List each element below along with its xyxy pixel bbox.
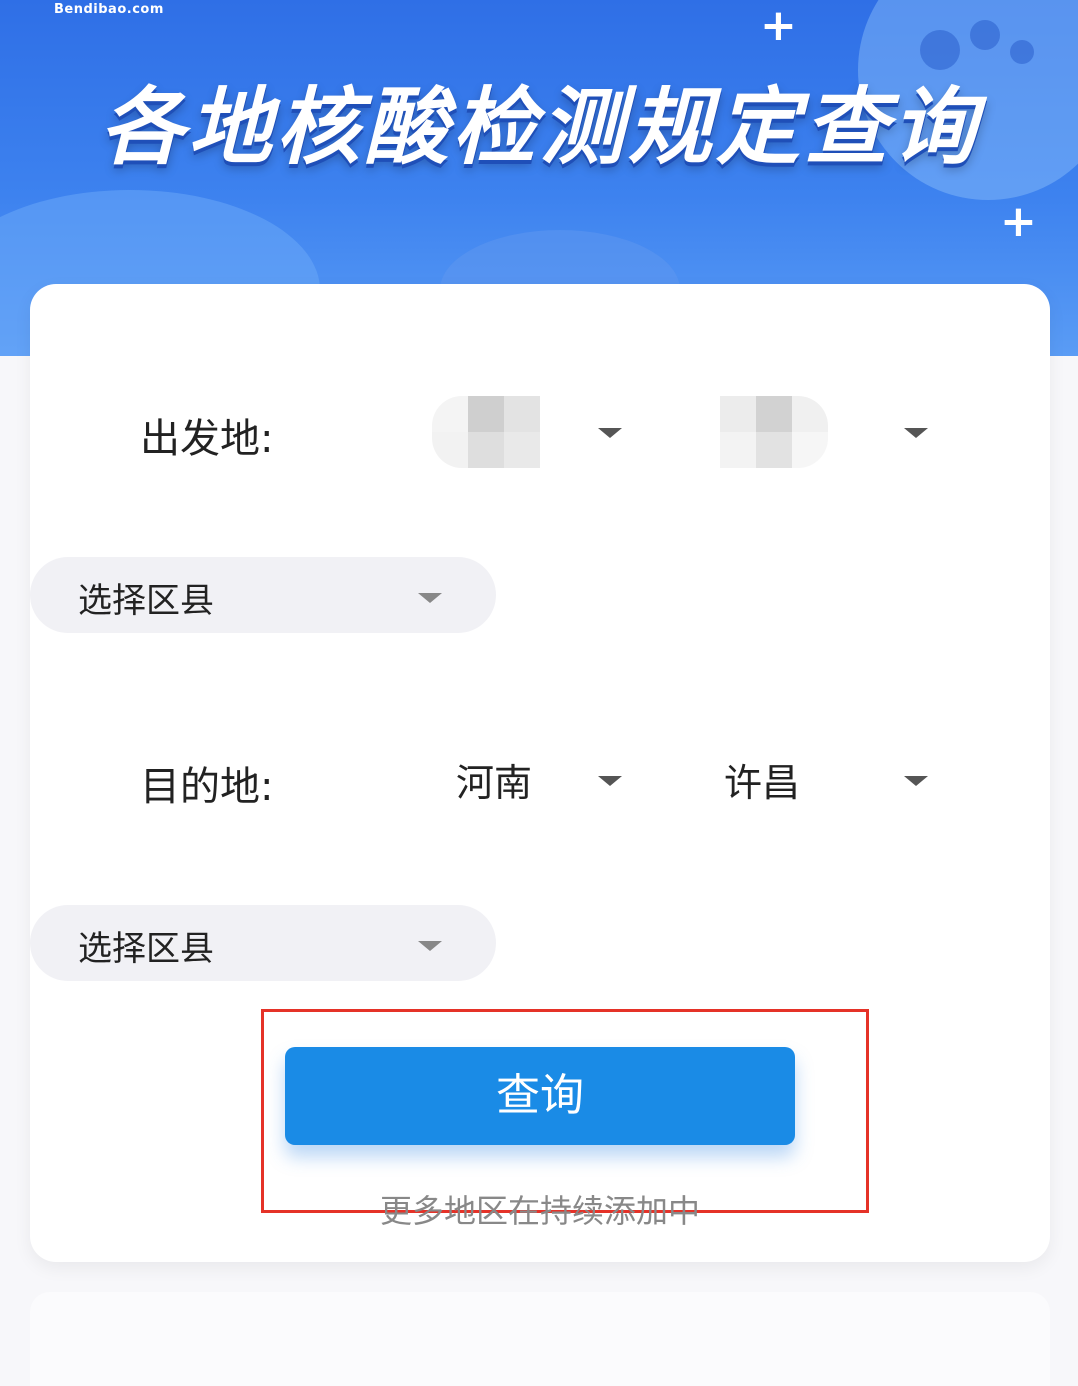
plus-icon: + [760,0,797,51]
destination-district-select[interactable]: 选择区县 [30,905,496,981]
chevron-down-icon [418,593,442,603]
bottom-section [30,1292,1050,1386]
banner-decoration [970,20,1000,50]
chevron-down-icon [418,941,442,951]
origin-label: 出发地: [140,416,274,462]
origin-district-placeholder: 选择区县 [78,581,214,621]
origin-city-select[interactable] [720,396,830,468]
chevron-down-icon[interactable] [904,776,928,786]
query-button[interactable]: 查询 [285,1047,795,1145]
destination-city-select[interactable]: 许昌 [724,752,800,807]
chevron-down-icon[interactable] [598,428,622,438]
brand-logo-text: Bendibao.com [54,2,164,17]
page-title: 各地核酸检测规定查询 [99,78,980,176]
plus-icon: + [1000,196,1037,247]
origin-district-select[interactable]: 选择区县 [30,557,496,633]
destination-label: 目的地: [140,764,274,810]
chevron-down-icon[interactable] [904,428,928,438]
destination-province-select[interactable]: 河南 [456,752,532,807]
destination-district-placeholder: 选择区县 [78,929,214,969]
origin-province-select[interactable] [432,396,542,468]
chevron-down-icon[interactable] [598,776,622,786]
footer-hint: 更多地区在持续添加中 [379,1192,700,1230]
